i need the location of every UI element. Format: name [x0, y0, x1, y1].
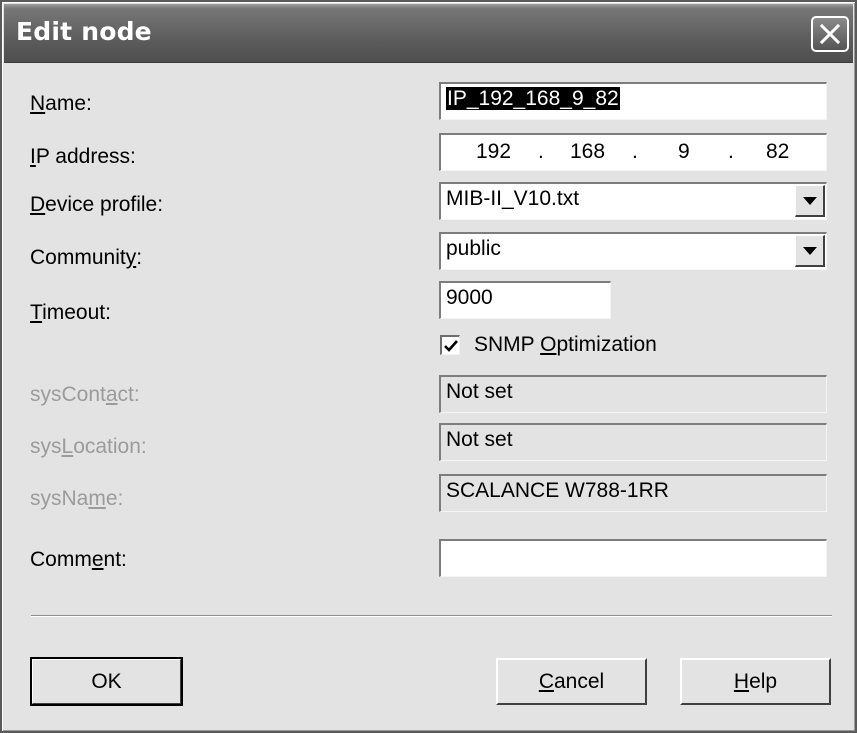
ip-separator: .	[632, 140, 638, 163]
sysname-value: SCALANCE W788-1RR	[446, 479, 669, 502]
ip-address-input[interactable]: 192 . 168 . 9 . 82	[439, 133, 827, 171]
syscontact-field: Not set	[439, 375, 827, 413]
syslocation-value: Not set	[446, 428, 513, 451]
device-profile-select[interactable]: MIB-II_V10.txt	[439, 182, 827, 220]
snmp-optimization-option[interactable]: SNMP Optimization	[440, 332, 657, 358]
comment-input[interactable]	[439, 539, 827, 577]
separator-line	[31, 615, 832, 617]
edit-node-dialog: Edit node Name: IP address: Device profi…	[0, 0, 857, 733]
cancel-label: Cancel	[538, 669, 605, 693]
ip-octet-1: 192	[476, 140, 512, 163]
checkmark-icon	[443, 339, 458, 352]
sysname-field: SCALANCE W788-1RR	[439, 474, 827, 512]
ip-octet-4: 82	[766, 140, 790, 163]
ok-label: OK	[91, 669, 122, 693]
sysname-label: sysName:	[30, 487, 124, 510]
chevron-down-icon	[802, 196, 817, 205]
title-bar[interactable]: Edit node	[4, 4, 853, 63]
device-profile-value: MIB-II_V10.txt	[446, 187, 580, 210]
community-select[interactable]: public	[439, 232, 827, 270]
syscontact-label: sysContact:	[30, 383, 140, 406]
ip-octet-2: 168	[570, 140, 606, 163]
ip-separator: .	[538, 140, 544, 163]
syslocation-field: Not set	[439, 423, 827, 461]
name-label: Name:	[30, 92, 92, 115]
device-profile-label: Device profile:	[30, 193, 164, 216]
close-icon	[819, 23, 841, 45]
chevron-down-icon	[802, 246, 817, 255]
snmp-optimization-checkbox[interactable]	[440, 335, 460, 355]
timeout-label: Timeout:	[30, 301, 111, 324]
timeout-input[interactable]: 9000	[439, 281, 611, 319]
help-button[interactable]: Help	[680, 658, 831, 705]
timeout-value: 9000	[446, 286, 493, 309]
name-input[interactable]: IP_192_168_9_82	[439, 82, 827, 120]
ip-octet-3: 9	[678, 140, 690, 163]
ip-address-label: IP address:	[30, 145, 136, 168]
community-dropdown-button[interactable]	[795, 235, 825, 267]
ok-button[interactable]: OK	[30, 657, 183, 706]
name-value: IP_192_168_9_82	[446, 87, 620, 110]
community-value: public	[446, 237, 501, 260]
community-label: Community:	[30, 246, 143, 269]
close-button[interactable]	[811, 16, 849, 52]
snmp-optimization-label: SNMP Optimization	[474, 333, 657, 356]
comment-label: Comment:	[30, 548, 127, 571]
syscontact-value: Not set	[446, 380, 513, 403]
cancel-button[interactable]: Cancel	[496, 658, 647, 705]
dialog-title: Edit node	[16, 17, 152, 46]
device-profile-dropdown-button[interactable]	[795, 185, 825, 217]
help-label: Help	[733, 669, 778, 693]
ip-separator: .	[728, 140, 734, 163]
syslocation-label: sysLocation:	[30, 435, 147, 458]
